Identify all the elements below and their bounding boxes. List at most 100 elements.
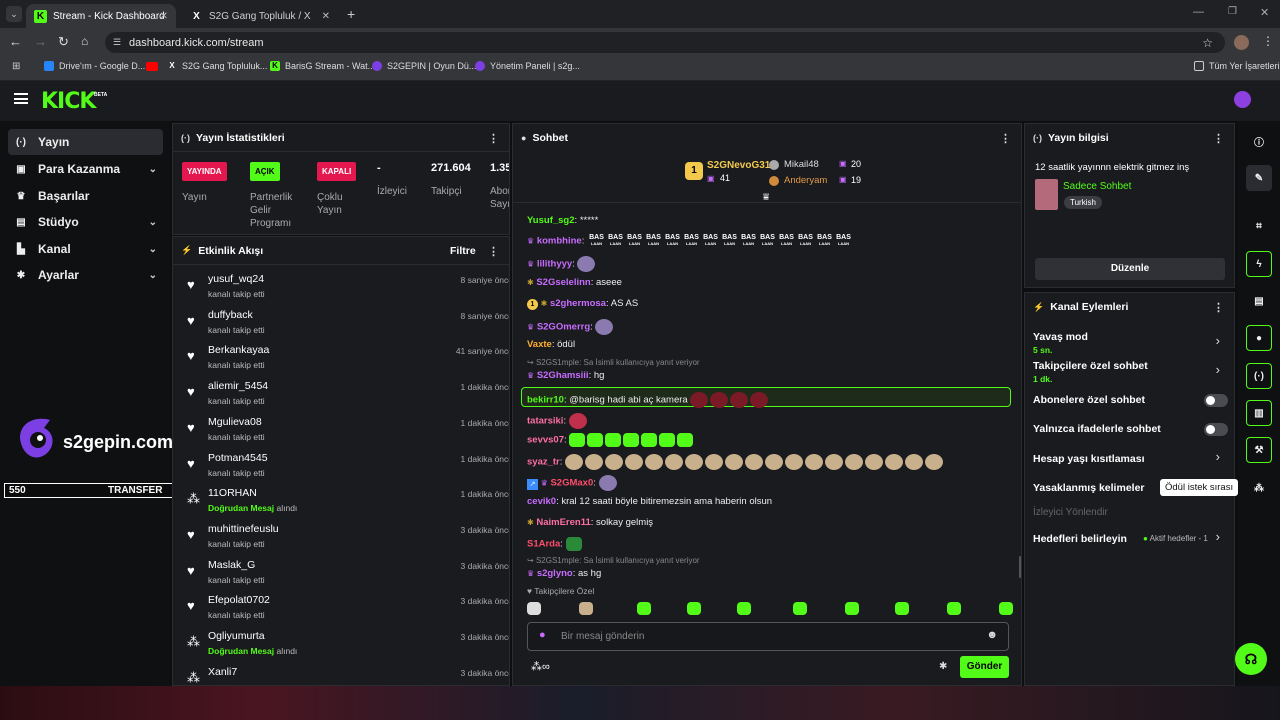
event-username[interactable]: Ogliyumurta: [208, 630, 265, 642]
chat-icon[interactable]: ●: [1246, 325, 1272, 351]
activity-event[interactable]: ⁂ 11ORHAN Doğrudan Mesaj alındı 1 dakika ön…: [183, 485, 509, 521]
chat-message[interactable]: bekirr10: @barisg hadi abi aç kamera: [527, 392, 770, 408]
more-options-icon[interactable]: ⋮: [1213, 132, 1224, 145]
quick-emote-icon[interactable]: [579, 602, 593, 615]
quick-emote-icon[interactable]: [687, 602, 701, 615]
home-icon[interactable]: ⌂: [81, 34, 88, 48]
bookmark-star-icon[interactable]: ☆: [1202, 36, 1213, 50]
chrome-menu-icon[interactable]: ⋮: [1262, 34, 1274, 48]
chat-input[interactable]: ● Bir mesaj gönderin ☻: [527, 622, 1009, 651]
chevron-right-icon[interactable]: ›: [1216, 333, 1220, 348]
event-username[interactable]: 11ORHAN: [208, 487, 257, 499]
edit-button[interactable]: Düzenle: [1035, 258, 1225, 280]
event-username[interactable]: aliemir_5454: [208, 380, 268, 392]
gift-goals-icon[interactable]: ⁂∞: [531, 660, 550, 673]
chat-message[interactable]: ♛ S2Ghamsiii: hg: [527, 370, 604, 381]
more-options-icon[interactable]: ⋮: [1213, 301, 1224, 314]
quick-emote-icon[interactable]: [637, 602, 651, 615]
nav-ayarlar[interactable]: ✱ Ayarlar ⌄: [8, 262, 163, 288]
profile-avatar[interactable]: [1234, 35, 1249, 50]
chat-message[interactable]: ✱ S2Gselelinn: aseee: [527, 277, 622, 288]
bookmark-s2gepin[interactable]: S2GEPIN | Oyun Dü...: [372, 61, 476, 71]
chat-message[interactable]: cevik0: kral 12 saati böyle bitiremezsin…: [527, 496, 772, 507]
quick-emote-icon[interactable]: [895, 602, 909, 615]
event-username[interactable]: Maslak_G: [208, 559, 255, 571]
forward-icon[interactable]: →: [34, 34, 47, 49]
subscriber-only-toggle[interactable]: [1204, 394, 1228, 407]
broadcast-icon[interactable]: (·): [1246, 363, 1272, 389]
tab-search-button[interactable]: ⌄: [6, 6, 22, 22]
mod-tools-icon[interactable]: ▥: [1246, 400, 1272, 426]
chat-message[interactable]: tatarsiki:: [527, 413, 589, 429]
activity-event[interactable]: ♥ Mgulieva08 kanalı takip etti 1 dakika önc…: [183, 414, 509, 450]
wrench-icon[interactable]: ⚒: [1246, 437, 1272, 463]
activity-event[interactable]: ♥ yusuf_wq24 kanalı takip etti 8 saniye önc…: [183, 271, 509, 307]
event-username[interactable]: Berkankayaa: [208, 344, 269, 356]
kick-logo[interactable]: KICK: [41, 89, 96, 114]
chat-message[interactable]: sevvs07:: [527, 433, 695, 447]
tab-close-icon[interactable]: ✕: [322, 11, 330, 22]
info-icon[interactable]: ⓘ: [1246, 128, 1272, 154]
chat-message[interactable]: Yusuf_sg2: *****: [527, 215, 598, 226]
category-link[interactable]: Sadece Sohbet: [1063, 181, 1131, 192]
new-tab-button[interactable]: +: [347, 6, 355, 22]
tab-kick-dashboard[interactable]: K Stream - Kick Dashboard ✕: [26, 4, 176, 28]
quick-emote-icon[interactable]: [737, 602, 751, 615]
chat-message[interactable]: ✱ NaimEren11: solkay gelmiş: [527, 517, 653, 528]
chat-message[interactable]: ♛ lilithyyy:: [527, 256, 597, 272]
url-field[interactable]: ☰ dashboard.kick.com/stream ☆: [105, 32, 1225, 53]
activity-event[interactable]: ♥ Potman4545 kanalı takip etti 1 dakika önc…: [183, 450, 509, 486]
event-username[interactable]: duffyback: [208, 309, 253, 321]
more-options-icon[interactable]: ⋮: [1000, 132, 1011, 145]
activity-event[interactable]: ♥ Berkankayaa kanalı takip etti 41 saniye ö…: [183, 342, 509, 378]
bookmark-drive[interactable]: Drive'ım - Google D...: [44, 61, 145, 71]
chat-settings-icon[interactable]: ✱: [939, 661, 947, 672]
nav-studyo[interactable]: ▤ Stüdyo ⌄: [8, 209, 163, 235]
emote-only-toggle[interactable]: [1204, 423, 1228, 436]
quick-emote-icon[interactable]: [845, 602, 859, 615]
quick-emote-icon[interactable]: [947, 602, 961, 615]
reward-queue-icon[interactable]: ⁂: [1246, 475, 1272, 501]
back-icon[interactable]: ←: [9, 34, 22, 49]
filter-button[interactable]: Filtre: [450, 245, 476, 257]
activity-event[interactable]: ♥ Efepolat0702 kanalı takip etti 3 dakika ö…: [183, 592, 509, 628]
chevron-right-icon[interactable]: ›: [1216, 529, 1220, 544]
site-info-icon[interactable]: ☰: [113, 37, 121, 48]
chat-message[interactable]: ♛ kombhine: BAS LAANBAS LAANBAS LAANBAS LAAN…: [527, 234, 853, 247]
tab-close-icon[interactable]: ✕: [160, 11, 168, 22]
nav-kanal[interactable]: ▙ Kanal ⌄: [8, 236, 163, 262]
chat-message[interactable]: ♛ s2glyno: as hg: [527, 568, 601, 579]
event-username[interactable]: Potman4545: [208, 452, 268, 464]
activity-event[interactable]: ♥ muhittinefeuslu kanalı takip etti 3 dakik…: [183, 521, 509, 557]
all-bookmarks[interactable]: Tüm Yer İşaretleri: [1194, 61, 1280, 71]
event-username[interactable]: Efepolat0702: [208, 594, 270, 606]
event-username[interactable]: muhittinefeuslu: [208, 523, 279, 535]
quick-emote-icon[interactable]: [999, 602, 1013, 615]
nav-para-kazanma[interactable]: ▣ Para Kazanma ⌄: [8, 156, 163, 182]
activity-event[interactable]: ♥ aliemir_5454 kanalı takip etti 1 dakika ö…: [183, 378, 509, 414]
quick-emote-icon[interactable]: [527, 602, 541, 615]
chat-message[interactable]: S1Arda:: [527, 537, 584, 551]
event-username[interactable]: Xanli7: [208, 666, 237, 678]
chat-message[interactable]: syaz_tr:: [527, 454, 945, 470]
chat-message[interactable]: ↗ ♛ S2GMax0:: [527, 475, 619, 491]
apps-icon[interactable]: ⊞: [12, 61, 20, 72]
mic-icon[interactable]: ●: [539, 629, 546, 641]
nav-basarilar[interactable]: ♛ Başarılar: [8, 183, 163, 209]
bookmark-admin-panel[interactable]: Yönetim Paneli | s2g...: [475, 61, 580, 71]
event-username[interactable]: yusuf_wq24: [208, 273, 264, 285]
hamburger-menu-icon[interactable]: [14, 93, 28, 104]
support-button[interactable]: ☊: [1235, 643, 1267, 675]
send-button[interactable]: Gönder: [960, 656, 1009, 678]
minimize-icon[interactable]: —: [1193, 6, 1204, 18]
bookmark-barisg-stream[interactable]: K BarisG Stream - Wat...: [270, 61, 375, 71]
reload-icon[interactable]: ↻: [58, 34, 69, 50]
event-username[interactable]: Mgulieva08: [208, 416, 262, 428]
more-options-icon[interactable]: ⋮: [488, 132, 499, 145]
action-slow-mode[interactable]: Yavaş mod 5 sn.: [1033, 331, 1223, 355]
activity-event[interactable]: ⁂ Xanli7 3 dakika önce: [183, 664, 509, 685]
chevron-right-icon[interactable]: ›: [1216, 449, 1220, 464]
quick-actions-icon[interactable]: ϟ: [1246, 251, 1272, 277]
chat-scrollbar[interactable]: [1019, 556, 1021, 578]
notes-icon[interactable]: ▤: [1246, 288, 1272, 314]
